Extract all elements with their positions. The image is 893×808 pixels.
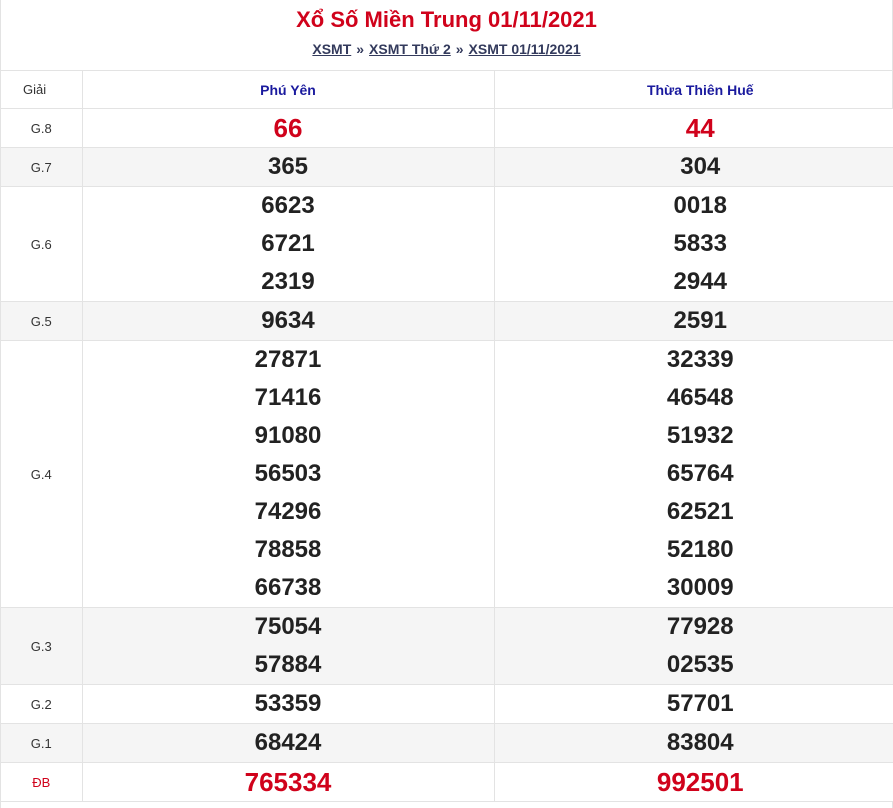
prize-cell: 53359 (81, 684, 494, 724)
prize-row: G.3 75054 57884 77928 02535 (1, 607, 893, 685)
prize-cell: 83804 (493, 723, 893, 763)
prize-number: 6721 (261, 230, 315, 257)
prize-number: 57701 (666, 690, 734, 717)
prize-number: 365 (267, 153, 309, 180)
prize-number: 75054 (254, 613, 322, 640)
prize-number: 02535 (666, 651, 734, 678)
prize-number: 5833 (673, 230, 727, 257)
breadcrumb-link-xsmt-date[interactable]: XSMT 01/11/2021 (469, 41, 581, 57)
prize-number: 27871 (254, 346, 322, 373)
prize-number: 62521 (666, 498, 734, 525)
breadcrumb: XSMT » XSMT Thứ 2» XSMT 01/11/2021 (1, 41, 892, 57)
prize-row: G.4 27871 71416 91080 56503 74296 78858 66738 32… (1, 340, 893, 608)
prize-row: G.8 66 44 (1, 108, 893, 148)
column-header-province: Phú Yên (81, 70, 494, 109)
prize-row: G.2 53359 57701 (1, 684, 893, 724)
breadcrumb-link-xsmt[interactable]: XSMT (312, 41, 351, 57)
prize-number: 51932 (666, 422, 734, 449)
prize-label: G.5 (1, 301, 82, 341)
prize-number: 57884 (254, 651, 322, 678)
prize-cell: 77928 02535 (493, 607, 893, 685)
prize-label: G.7 (1, 147, 82, 187)
breadcrumb-separator: » (455, 41, 464, 57)
prize-label: G.1 (1, 723, 82, 763)
prize-cell: 365 (81, 147, 494, 187)
prize-number: 2944 (673, 268, 727, 295)
prize-number: 53359 (254, 690, 322, 717)
results-table: Giải Phú Yên Thừa Thiên Huế G.8 66 44 G.7 36… (1, 70, 893, 802)
prize-row: ĐB 765334 992501 (1, 762, 893, 802)
prize-number: 78858 (254, 536, 322, 563)
prize-cell: 27871 71416 91080 56503 74296 78858 66738 (81, 340, 494, 608)
prize-cell: 9634 (81, 301, 494, 341)
prize-number: 30009 (666, 574, 734, 601)
results-page: Xổ Số Miền Trung 01/11/2021 XSMT » XSMT Th… (0, 0, 893, 808)
page-title: Xổ Số Miền Trung 01/11/2021 (296, 7, 597, 32)
prize-cell: 0018 5833 2944 (493, 186, 893, 302)
prize-number: 65764 (666, 460, 734, 487)
page-header: Xổ Số Miền Trung 01/11/2021 XSMT » XSMT Th… (1, 0, 892, 70)
prize-number: 71416 (254, 384, 322, 411)
prize-number: 74296 (254, 498, 322, 525)
column-header-prize: Giải (1, 70, 82, 109)
prize-cell: 32339 46548 51932 65764 62521 52180 30009 (493, 340, 893, 608)
prize-cell: 765334 (81, 762, 494, 802)
prize-cell: 2591 (493, 301, 893, 341)
prize-number: 2319 (261, 268, 315, 295)
prize-number: 77928 (666, 613, 734, 640)
prize-cell: 304 (493, 147, 893, 187)
prize-label: G.3 (1, 607, 82, 685)
prize-label: G.2 (1, 684, 82, 724)
prize-number: 6623 (261, 192, 315, 219)
prize-number: 68424 (254, 729, 322, 756)
column-header-province: Thừa Thiên Huế (493, 70, 893, 109)
results-body: G.8 66 44 G.7 365 304 G.6 6623 6721 2319 0018 5833 2… (1, 108, 893, 802)
prize-label: G.6 (1, 186, 82, 302)
prize-cell: 44 (493, 108, 893, 148)
prize-row: G.1 68424 83804 (1, 723, 893, 763)
prize-number: 304 (680, 153, 721, 180)
prize-row: G.7 365 304 (1, 147, 893, 187)
prize-number: 83804 (666, 729, 734, 756)
prize-label: ĐB (1, 762, 82, 802)
prize-number: 66 (273, 113, 303, 143)
prize-cell: 75054 57884 (81, 607, 494, 685)
breadcrumb-separator: » (356, 41, 365, 57)
prize-number: 44 (685, 113, 715, 143)
prize-number: 0018 (673, 192, 727, 219)
prize-number: 2591 (673, 307, 727, 334)
prize-cell: 992501 (493, 762, 893, 802)
prize-number: 66738 (254, 574, 322, 601)
prize-label: G.8 (1, 108, 82, 148)
prize-number: 46548 (666, 384, 734, 411)
prize-label: G.4 (1, 340, 82, 608)
prize-number: 32339 (666, 346, 734, 373)
breadcrumb-link-xsmt-thu-2[interactable]: XSMT Thứ 2 (369, 41, 451, 57)
prize-row: G.6 6623 6721 2319 0018 5833 2944 (1, 186, 893, 302)
table-header-row: Giải Phú Yên Thừa Thiên Huế (1, 70, 893, 109)
prize-cell: 66 (81, 108, 494, 148)
prize-cell: 68424 (81, 723, 494, 763)
prize-number: 9634 (261, 307, 315, 334)
prize-number: 765334 (244, 767, 332, 797)
prize-number: 56503 (254, 460, 322, 487)
prize-number: 52180 (666, 536, 734, 563)
prize-cell: 57701 (493, 684, 893, 724)
prize-number: 992501 (656, 767, 744, 797)
prize-number: 91080 (254, 422, 322, 449)
prize-cell: 6623 6721 2319 (81, 186, 494, 302)
prize-row: G.5 9634 2591 (1, 301, 893, 341)
